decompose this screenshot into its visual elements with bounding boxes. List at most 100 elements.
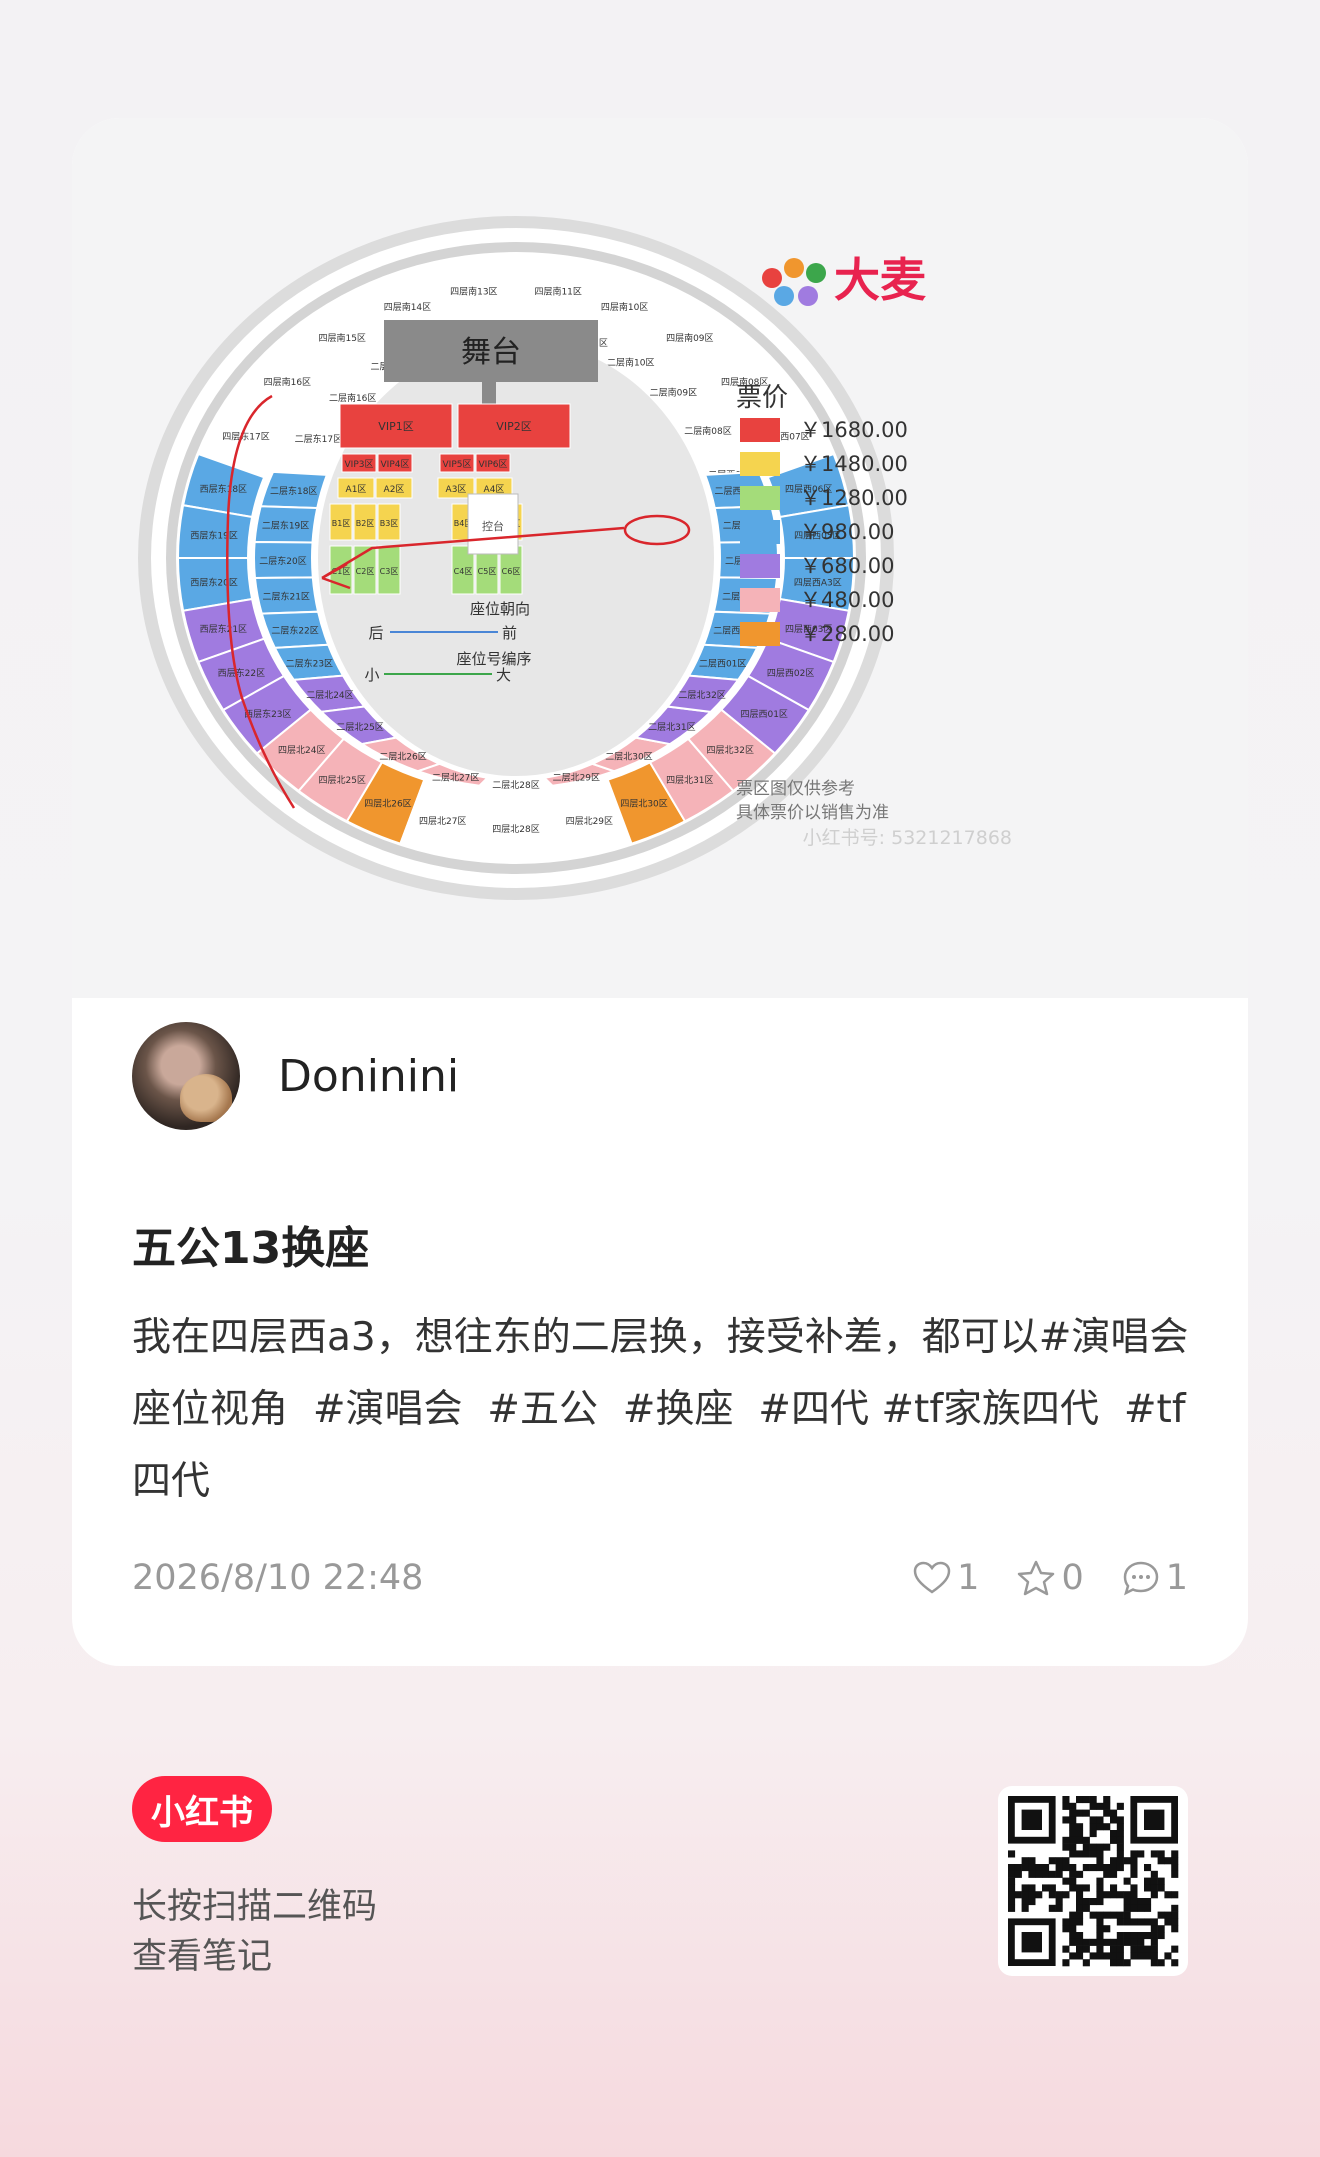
c-zone-label: C5区 bbox=[478, 567, 497, 576]
stage-label: 舞台 bbox=[461, 335, 521, 370]
seat-direction-label: 座位朝向 bbox=[470, 600, 530, 618]
seat-number-big: 大 bbox=[496, 666, 511, 684]
qr-code-icon bbox=[1008, 1796, 1179, 1967]
legend-swatch bbox=[740, 554, 780, 578]
brand-name: 大麦 bbox=[834, 253, 926, 307]
post-title: 五公13换座 bbox=[132, 1223, 370, 1274]
favorite-count: 0 bbox=[1061, 1558, 1084, 1598]
hashtag[interactable]: #四代 bbox=[758, 1387, 869, 1432]
north-outer-zone-label: 四层北29区 bbox=[566, 816, 613, 827]
south-inner-zone-label: 二层南08区 bbox=[684, 425, 731, 437]
seat-number-small: 小 bbox=[364, 666, 379, 684]
damai-logo: 大麦 bbox=[762, 253, 926, 307]
scan-hint-line2: 查看笔记 bbox=[132, 1937, 273, 1977]
hashtag[interactable]: #演唱会 bbox=[313, 1387, 463, 1432]
vip-zone-label: VIP5区 bbox=[443, 459, 472, 470]
east-outer-zone-label: 西层东21区 bbox=[200, 623, 247, 635]
hashtag[interactable]: #tf家族四代 bbox=[881, 1387, 1099, 1432]
east-inner-zone-label: 二层东20区 bbox=[259, 555, 306, 567]
south-outer-zone-label: 四层东17区 bbox=[222, 430, 269, 442]
east-inner-zone-label: 二层东23区 bbox=[286, 657, 333, 669]
a-zone-label: A3区 bbox=[446, 484, 467, 495]
comment-icon bbox=[1123, 1561, 1158, 1596]
author-name[interactable]: Doninini bbox=[278, 1051, 459, 1102]
east-inner-zone-label: 二层东22区 bbox=[271, 625, 318, 637]
north-outer-zone-label: 四层北26区 bbox=[364, 799, 411, 810]
note-card: 四层东17区 四层南16区 四层南15区 四层南14区 四层南13区 四层南11区 四层南1… bbox=[72, 118, 1248, 1666]
watermark: 小红书号: 5321217868 bbox=[803, 827, 1012, 849]
c-zone-label: C6区 bbox=[502, 567, 521, 576]
b-zone-label: B2区 bbox=[356, 519, 375, 528]
legend-price: ￥980.00 bbox=[800, 520, 894, 544]
legend-price: ￥1680.00 bbox=[800, 418, 908, 442]
east-outer-zone-label: 西层东19区 bbox=[190, 529, 237, 541]
west-inner-zone-label: 二层西01区 bbox=[699, 658, 746, 669]
legend-swatch bbox=[740, 622, 780, 646]
like-count: 1 bbox=[957, 1558, 980, 1598]
west-outer-zone-label: 四层西01区 bbox=[740, 709, 787, 720]
comment-count: 1 bbox=[1165, 1558, 1188, 1598]
east-outer-zone-label: 西层东23区 bbox=[244, 708, 291, 720]
south-outer-zone-label: 四层南14区 bbox=[384, 301, 431, 313]
south-outer-zone-label: 四层南13区 bbox=[450, 286, 497, 298]
north-inner-zone-label: 二层北28区 bbox=[492, 780, 539, 791]
south-inner-zone-label: 二层南09区 bbox=[650, 386, 697, 398]
heart-icon bbox=[913, 1561, 951, 1594]
favorite-button[interactable]: 0 bbox=[1017, 1558, 1084, 1598]
vip-zone-label: VIP2区 bbox=[496, 420, 531, 433]
author-avatar[interactable] bbox=[132, 1022, 240, 1130]
east-inner-zone-label: 二层东18区 bbox=[270, 485, 317, 497]
north-inner-zone-label: 二层北29区 bbox=[553, 772, 600, 783]
north-inner-zone-label: 二层北27区 bbox=[432, 772, 479, 783]
legend-price: ￥480.00 bbox=[800, 588, 894, 612]
legend-price: ￥1280.00 bbox=[800, 486, 908, 510]
c-zone-label: C4区 bbox=[454, 567, 473, 576]
vip-zone-label: VIP1区 bbox=[378, 420, 413, 433]
author-row[interactable]: Doninini bbox=[132, 1022, 459, 1130]
north-inner-zone-label: 二层北25区 bbox=[336, 722, 383, 733]
seat-map-image[interactable]: 四层东17区 四层南16区 四层南15区 四层南14区 四层南13区 四层南11区 四层南1… bbox=[72, 118, 1248, 998]
east-outer-zone-label: 西层东22区 bbox=[218, 667, 265, 679]
disclaimer-line1: 票区图仅供参考 bbox=[736, 779, 855, 799]
a-zone-label: A4区 bbox=[484, 484, 505, 495]
west-outer-zone-label: 四层西02区 bbox=[767, 668, 814, 679]
legend-swatch bbox=[740, 588, 780, 612]
north-outer-zone-label: 四层北27区 bbox=[419, 816, 466, 827]
east-outer-zone-label: 西层东20区 bbox=[190, 577, 237, 589]
north-outer-zone-label: 四层北25区 bbox=[318, 775, 365, 786]
south-inner-zone-label: 二层南10区 bbox=[607, 356, 654, 368]
legend-price: ￥680.00 bbox=[800, 554, 894, 578]
legend-price: ￥280.00 bbox=[800, 622, 894, 646]
legend-swatch bbox=[740, 452, 780, 476]
south-outer-zone-label: 四层南11区 bbox=[534, 286, 581, 298]
vip-zone-label: VIP6区 bbox=[479, 459, 508, 470]
north-inner-zone-label: 二层北24区 bbox=[306, 690, 353, 701]
legend-swatch bbox=[740, 418, 780, 442]
xiaohongshu-logo: 小红书 bbox=[132, 1776, 272, 1842]
like-button[interactable]: 1 bbox=[913, 1558, 979, 1598]
north-inner-zone-label: 二层北31区 bbox=[648, 722, 695, 733]
legend-title: 票价 bbox=[736, 383, 788, 413]
north-inner-zone-label: 二层北30区 bbox=[605, 752, 652, 763]
post-date: 2026/8/10 22:48 bbox=[132, 1558, 424, 1598]
scan-hint: 长按扫描二维码 查看笔记 bbox=[132, 1882, 377, 1982]
west-outer-zone-label: 四层西A3区 bbox=[794, 578, 842, 589]
north-outer-zone-label: 四层北28区 bbox=[492, 824, 539, 835]
seat-direction-back: 后 bbox=[368, 624, 383, 642]
venue-seat-map: 四层东17区 四层南16区 四层南15区 四层南14区 四层南13区 四层南11区四层南1… bbox=[138, 216, 1012, 900]
qr-code[interactable] bbox=[998, 1786, 1188, 1976]
south-outer-zone-label: 四层南16区 bbox=[264, 376, 311, 388]
north-outer-zone-label: 四层北32区 bbox=[707, 745, 754, 756]
legend-price: ￥1480.00 bbox=[800, 452, 908, 476]
north-inner-zone-label: 二层北32区 bbox=[678, 690, 725, 701]
south-outer-zone-label: 四层南15区 bbox=[318, 332, 365, 344]
hashtag[interactable]: #换座 bbox=[623, 1387, 734, 1432]
north-outer-zone-label: 四层北31区 bbox=[666, 775, 713, 786]
disclaimer-line2: 具体票价以销售为准 bbox=[736, 803, 889, 823]
east-outer-zone-label: 西层东18区 bbox=[200, 483, 247, 495]
comment-button[interactable]: 1 bbox=[1122, 1558, 1188, 1598]
south-outer-zone-label: 四层南09区 bbox=[666, 332, 713, 344]
hashtag[interactable]: #五公 bbox=[487, 1387, 598, 1432]
north-outer-zone-label: 四层北24区 bbox=[278, 745, 325, 756]
c-zone-label: C2区 bbox=[356, 567, 375, 576]
